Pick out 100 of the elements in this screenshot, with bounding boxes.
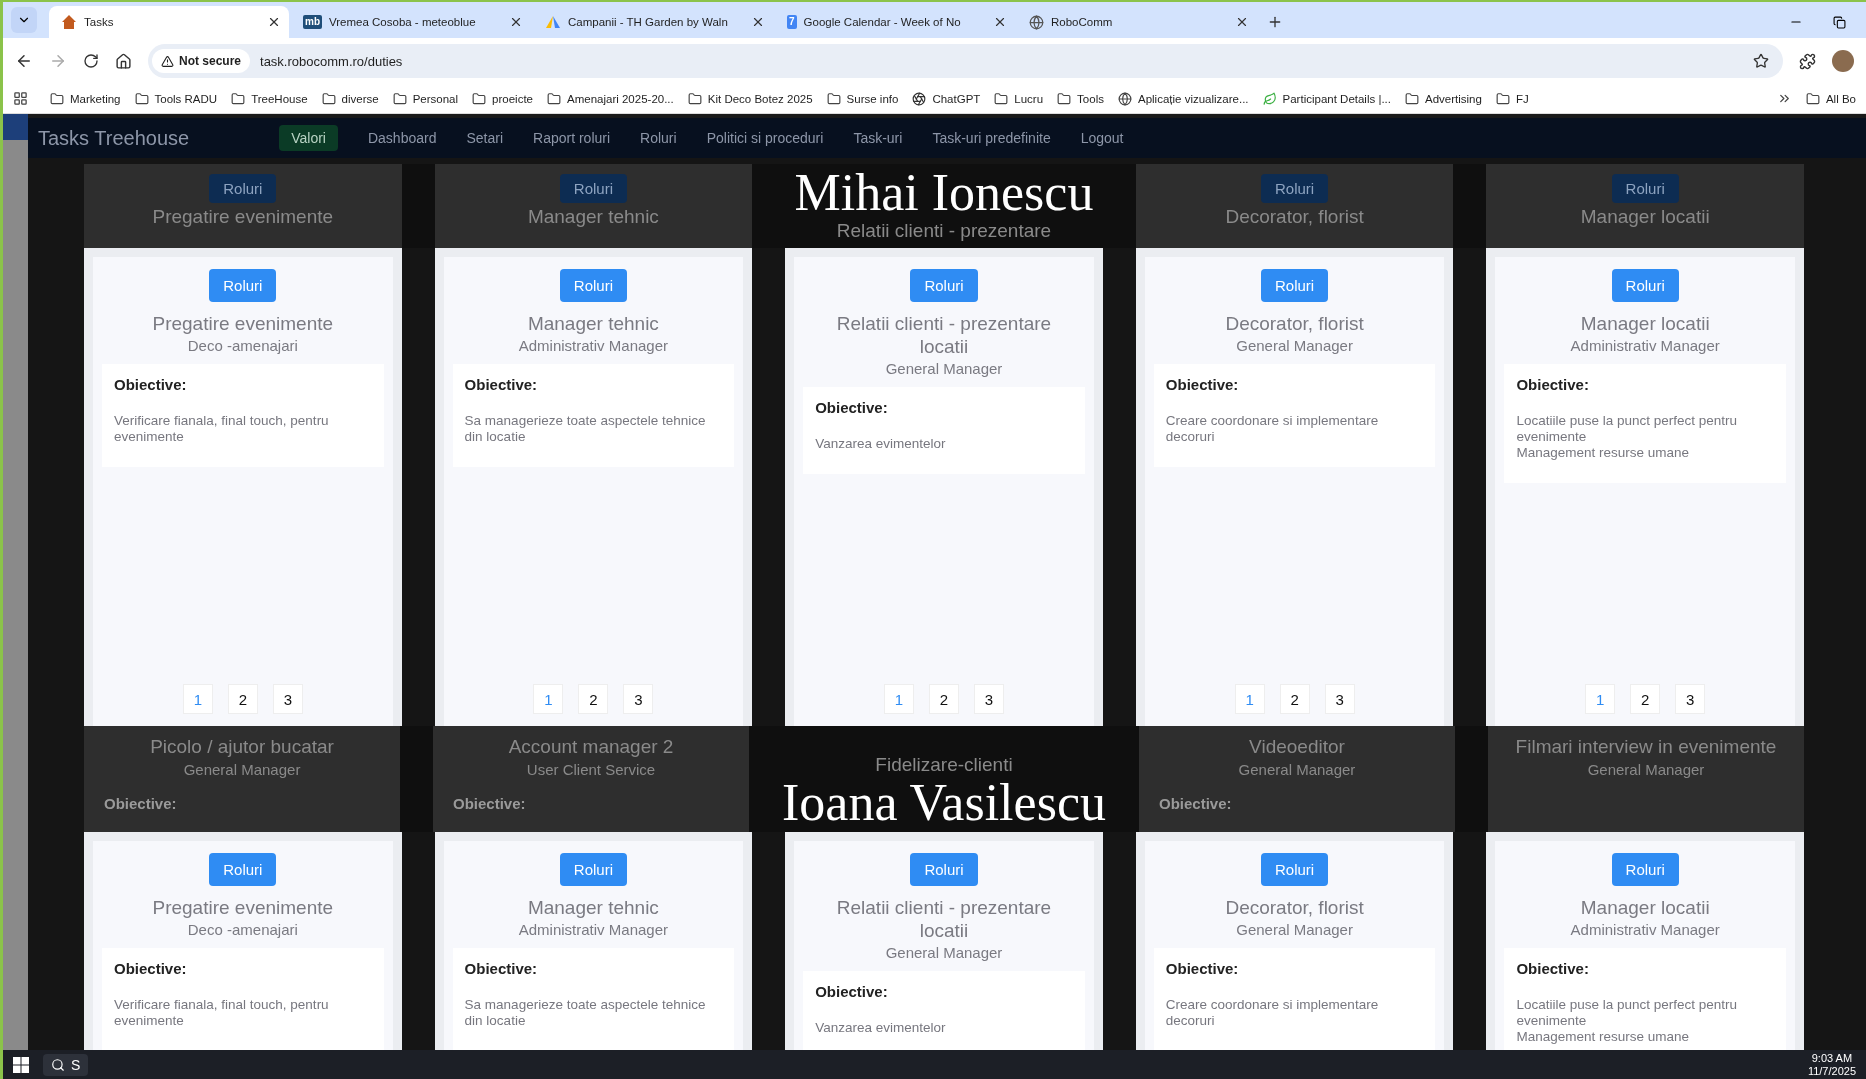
reload-icon[interactable] (83, 53, 99, 69)
objectives-label: Obiective: (1516, 960, 1590, 977)
new-tab-icon[interactable] (1267, 14, 1283, 30)
bookmark-star-icon[interactable] (1753, 53, 1769, 69)
profile-avatar[interactable] (1832, 50, 1854, 72)
leaf-icon (1262, 91, 1277, 106)
nav-link[interactable]: Task-uri (853, 130, 903, 146)
role-title: Pregatire evenimente (152, 312, 334, 335)
objectives-text: Vanzarea evimentelor (815, 1020, 947, 1036)
page-link[interactable]: 1 (182, 684, 213, 714)
dimmed-card-title: Relatii clienti - prezentare (836, 220, 1052, 242)
objectives-text: Vanzarea evimentelor (815, 436, 947, 452)
close-icon[interactable] (1235, 15, 1249, 29)
bookmark-link[interactable]: proeicte (472, 91, 533, 106)
nav-link[interactable]: Logout (1080, 130, 1124, 146)
tab-search-button[interactable] (11, 7, 37, 33)
close-icon[interactable] (509, 15, 523, 29)
objectives-label: Obiective: (815, 399, 889, 416)
dimmed-card-title: Pregatire evenimente (152, 206, 334, 228)
bookmark-link[interactable]: Kit Deco Botez 2025 (687, 91, 813, 106)
folder-icon (392, 91, 407, 106)
bookmark-link[interactable]: Participant Details |... (1262, 91, 1391, 106)
folder-icon (231, 91, 246, 106)
extensions-icon[interactable] (1799, 52, 1816, 70)
page-link[interactable]: 3 (272, 684, 303, 714)
page-link[interactable]: 2 (227, 684, 258, 714)
bookmark-link[interactable]: Tools (1057, 91, 1104, 106)
role-title: Relatii clienti - prezentare locatii (835, 896, 1053, 942)
page-link[interactable]: 3 (974, 684, 1004, 714)
windows-logo-icon[interactable] (13, 1056, 29, 1073)
browser-tab[interactable]: mb Vremea Cosoba - meteoblue (291, 6, 531, 38)
home-icon[interactable] (115, 52, 132, 70)
dimmed-card-title: Picolo / ajutor bucatar (150, 736, 334, 758)
bookmark-link[interactable]: FJ (1495, 91, 1529, 106)
close-icon[interactable] (993, 15, 1007, 29)
browser-tab[interactable]: Campanii - TH Garden by Waln (533, 6, 773, 38)
close-icon[interactable] (751, 15, 765, 29)
folder-icon (134, 91, 149, 106)
nav-link[interactable]: Setari (466, 130, 504, 146)
triangle-icon (545, 14, 561, 30)
bookmark-link[interactable]: Tools RADU (134, 91, 218, 106)
all-bookmarks-link[interactable]: All Bo (1805, 91, 1856, 106)
folder-icon (50, 91, 64, 106)
page-link[interactable]: 2 (1630, 684, 1661, 714)
objectives-label: Obiective: (114, 376, 188, 393)
role-title: Manager locatii (1580, 896, 1710, 919)
bookmark-link[interactable]: ChatGPT (912, 91, 981, 106)
dimmed-button[interactable]: Roluri (1261, 174, 1329, 203)
role-department: Deco -amenajari (187, 921, 298, 938)
page-link[interactable]: 3 (1324, 684, 1355, 714)
dimmed-button[interactable]: Roluri (209, 174, 277, 203)
objectives-label: Obiective: (1165, 960, 1240, 977)
dimmed-label: Obiective: (103, 795, 177, 812)
bookmark-link[interactable]: Marketing (50, 91, 121, 106)
nav-link[interactable]: Roluri (640, 130, 677, 146)
page-link[interactable]: 3 (623, 684, 654, 714)
site-favicon: mb (303, 15, 322, 29)
browser-tab[interactable]: Tasks (49, 6, 289, 38)
bookmark-link[interactable]: Personal (392, 91, 459, 106)
bookmark-link[interactable]: Aplicație vizualizare... (1117, 91, 1249, 106)
taskbar-clock[interactable]: 9:03 AM 11/7/2025 (1807, 1051, 1856, 1078)
role-title: Relatii clienti - prezentare locatii (835, 312, 1053, 358)
nav-link[interactable]: Politici si proceduri (706, 130, 824, 146)
folder-icon (547, 91, 561, 106)
dimmed-button[interactable]: Roluri (559, 174, 627, 203)
page-link[interactable]: 2 (578, 684, 609, 714)
browser-tab[interactable]: RoboComm (1017, 6, 1257, 38)
app-brand[interactable]: Tasks Treehouse (38, 126, 190, 150)
bookmark-link[interactable]: Lucru (994, 91, 1044, 106)
nav-button[interactable]: Valori (279, 125, 338, 151)
nav-link[interactable]: Task-uri predefinite (932, 130, 1051, 146)
bookmark-link[interactable]: Advertising (1405, 91, 1482, 106)
role-title: Manager tehnic (527, 312, 659, 335)
objectives-text: Verificare fianala, final touch, pentru evenimente (114, 413, 330, 445)
page-link[interactable]: 1 (884, 684, 914, 714)
search-icon (51, 1057, 65, 1072)
page-link[interactable]: 3 (1675, 684, 1706, 714)
close-icon[interactable] (267, 15, 281, 29)
objectives-label: Obiective: (815, 983, 889, 1000)
browser-tab[interactable]: 7 Google Calendar - Week of No (775, 6, 1015, 38)
folder-icon (1805, 91, 1820, 106)
page-link[interactable]: 2 (1279, 684, 1310, 714)
taskbar-search[interactable]: S (43, 1053, 89, 1076)
nav-link[interactable]: Dashboard (367, 130, 437, 146)
address-bar[interactable]: Not secure task.robocomm.ro/duties (148, 44, 1783, 78)
bookmark-link[interactable]: diverse (321, 91, 379, 106)
dimmed-button[interactable]: Roluri (1611, 174, 1679, 203)
page-link[interactable]: 2 (929, 684, 959, 714)
bookmark-link[interactable]: Amenajari 2025-20... (547, 91, 674, 106)
role-department: General Manager (1236, 337, 1353, 354)
objectives-label: Obiective: (1516, 376, 1590, 393)
dimmed-card-title: Decorator, florist (1225, 206, 1364, 228)
back-icon[interactable] (15, 52, 33, 70)
restore-icon[interactable] (1833, 15, 1846, 29)
nav-link[interactable]: Raport roluri (533, 130, 611, 146)
apps-icon[interactable] (13, 91, 28, 106)
security-chip[interactable]: Not secure (152, 49, 251, 73)
dimmed-label: Obiective: (1157, 795, 1232, 812)
bookmark-link[interactable]: TreeHouse (231, 91, 308, 106)
bookmark-link[interactable]: Surse info (826, 91, 899, 106)
